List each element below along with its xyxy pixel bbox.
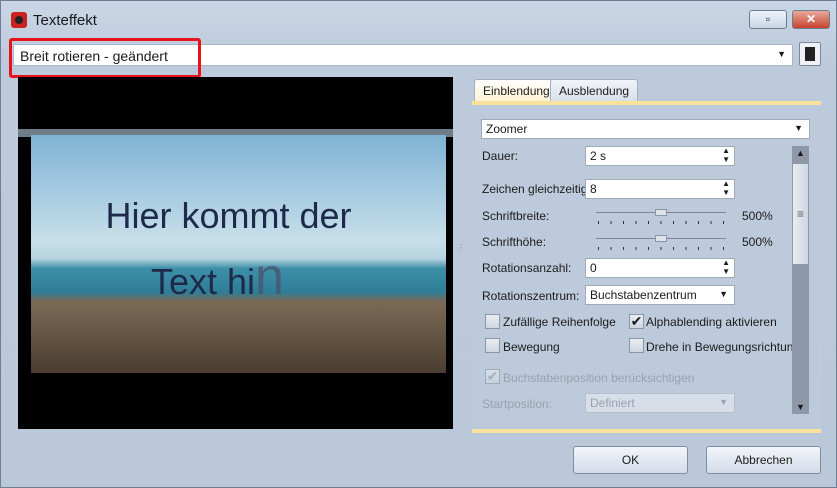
ok-button[interactable]: OK bbox=[573, 446, 688, 474]
tab-einblendung[interactable]: Einblendung bbox=[474, 79, 559, 103]
chevron-down-icon: ▼ bbox=[794, 123, 803, 133]
startposition-label: Startposition: bbox=[482, 397, 553, 411]
zufaellig-checkbox[interactable] bbox=[485, 314, 500, 329]
dauer-label: Dauer: bbox=[482, 149, 519, 163]
zeichen-spinner[interactable]: 8 ▲ ▼ bbox=[585, 179, 735, 199]
rotationszentrum-select[interactable]: Buchstabenzentrum ▼ bbox=[585, 285, 735, 305]
zeichen-label: Zeichen gleichzeitig: bbox=[482, 182, 591, 196]
dauer-spinner[interactable]: 2 s ▲ ▼ bbox=[585, 146, 735, 166]
drehe-checkbox[interactable] bbox=[629, 338, 644, 353]
bewegung-checkbox[interactable] bbox=[485, 338, 500, 353]
schrifthoehe-slider[interactable] bbox=[596, 235, 726, 252]
alpha-label: Alphablending aktivieren bbox=[646, 315, 777, 329]
chevron-down-icon: ▼ bbox=[777, 49, 786, 59]
vertical-scrollbar[interactable]: ▲ ≡ ▼ bbox=[792, 146, 809, 414]
spin-icon[interactable]: ▲ ▼ bbox=[722, 146, 730, 164]
dauer-value: 2 s bbox=[590, 149, 607, 163]
checkmark-icon: ✔ bbox=[630, 313, 643, 329]
schriftbreite-slider[interactable] bbox=[596, 209, 726, 226]
zeichen-value: 8 bbox=[590, 182, 597, 196]
close-icon: ✕ bbox=[805, 12, 817, 26]
scroll-thumb[interactable]: ≡ bbox=[793, 164, 808, 264]
schriftbreite-label: Schriftbreite: bbox=[482, 209, 550, 223]
save-preset-button[interactable] bbox=[799, 42, 821, 66]
highlight-box bbox=[9, 38, 201, 78]
zufaellig-label: Zufällige Reihenfolge bbox=[503, 315, 616, 329]
schriftbreite-value: 500% bbox=[742, 209, 773, 223]
startposition-select[interactable]: Definiert ▼ bbox=[585, 393, 735, 413]
spin-icon[interactable]: ▲ ▼ bbox=[722, 258, 730, 276]
drehe-label: Drehe in Bewegungsrichtung bbox=[646, 340, 801, 354]
scroll-up-icon[interactable]: ▲ bbox=[792, 148, 809, 158]
alpha-checkbox[interactable]: ✔ bbox=[629, 314, 644, 329]
preview-anim-letter: n bbox=[255, 248, 284, 306]
preview-image: Hier kommt der Text hin bbox=[31, 135, 446, 373]
tab-ausblendung[interactable]: Ausblendung bbox=[550, 79, 639, 102]
cancel-button[interactable]: Abbrechen bbox=[706, 446, 821, 474]
rotationszentrum-value: Buchstabenzentrum bbox=[590, 288, 697, 302]
preview-area: Hier kommt der Text hin bbox=[18, 77, 453, 429]
texteffekt-dialog: Texteffekt ▫ ✕ Breit rotieren - geändert… bbox=[0, 0, 837, 488]
window-title: Texteffekt bbox=[33, 12, 97, 29]
buchstabenpos-label: Buchstabenposition berücksichtigen bbox=[503, 371, 695, 385]
rotationsanzahl-value: 0 bbox=[590, 261, 597, 275]
schrifthoehe-value: 500% bbox=[742, 235, 773, 249]
startposition-value: Definiert bbox=[590, 396, 635, 410]
preview-line-2: Text hi bbox=[151, 261, 256, 302]
restore-icon: ▫ bbox=[765, 12, 771, 26]
bewegung-label: Bewegung bbox=[503, 340, 560, 354]
schrifthoehe-label: Schrifthöhe: bbox=[482, 235, 547, 249]
close-button[interactable]: ✕ bbox=[792, 10, 830, 29]
rotationszentrum-label: Rotationszentrum: bbox=[482, 289, 580, 303]
effect-select[interactable]: Zoomer ▼ bbox=[481, 119, 810, 139]
spin-icon[interactable]: ▲ ▼ bbox=[722, 179, 730, 197]
rotationsanzahl-spinner[interactable]: 0 ▲ ▼ bbox=[585, 258, 735, 278]
slider-thumb[interactable] bbox=[655, 209, 667, 216]
slider-thumb[interactable] bbox=[655, 235, 667, 242]
preview-line-1: Hier kommt der bbox=[105, 195, 352, 236]
splitter-grip[interactable]: ⋮ bbox=[457, 243, 465, 252]
buchstabenpos-checkbox[interactable]: ✔ bbox=[485, 369, 500, 384]
chevron-down-icon: ▼ bbox=[719, 289, 728, 299]
app-icon bbox=[11, 12, 27, 28]
scroll-down-icon[interactable]: ▼ bbox=[792, 402, 809, 412]
effect-value: Zoomer bbox=[486, 122, 528, 136]
chevron-down-icon: ▼ bbox=[719, 397, 728, 407]
rotationsanzahl-label: Rotationsanzahl: bbox=[482, 261, 572, 275]
restore-button[interactable]: ▫ bbox=[749, 10, 787, 29]
checkmark-icon: ✔ bbox=[486, 368, 499, 384]
